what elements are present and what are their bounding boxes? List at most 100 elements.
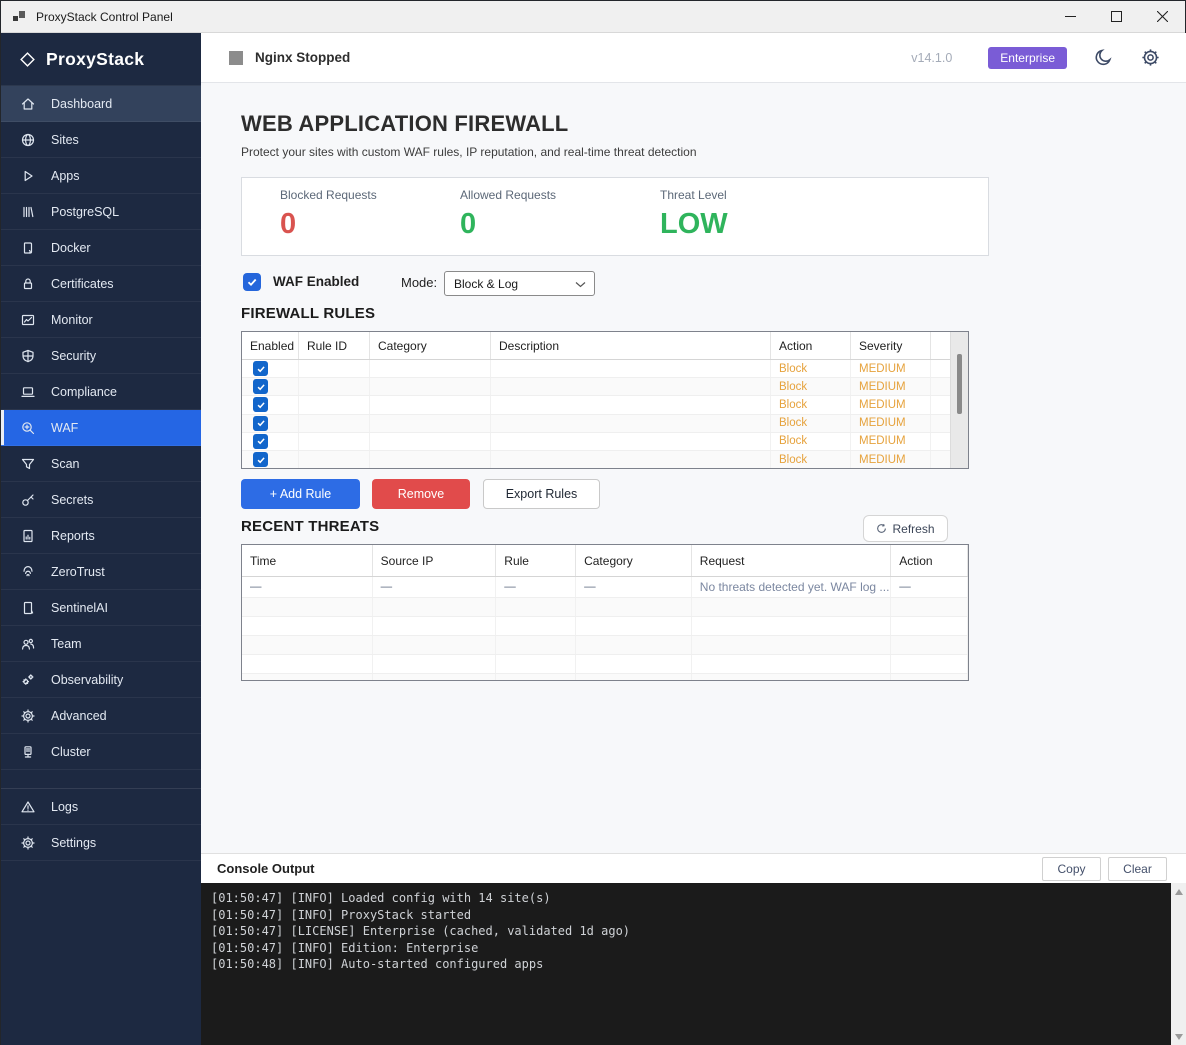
refresh-button[interactable]: Refresh [863,515,948,542]
rules-table-scrollbar[interactable] [950,332,968,468]
sidebar-item-team[interactable]: Team [1,626,201,662]
sidebar-item-compliance[interactable]: Compliance [1,374,201,410]
rule-row[interactable]: BlockMEDIUM [242,378,968,396]
sidebar-item-label: Reports [51,529,95,543]
empty-cell [891,674,968,681]
sidebar-item-label: Settings [51,836,96,850]
main-area: WEB APPLICATION FIREWALL Protect your si… [201,83,1186,853]
console-line: [01:50:47] [INFO] Loaded config with 14 … [211,890,1171,907]
sidebar-item-certificates[interactable]: Certificates [1,266,201,302]
rules-scrollbar-thumb[interactable] [957,354,962,414]
funnel-icon [19,455,36,472]
sidebar-item-settings[interactable]: Settings [1,825,201,861]
empty-cell [496,617,576,635]
sidebar-divider [1,770,201,789]
rule-enabled-checkbox[interactable] [253,379,268,394]
export-rules-button[interactable]: Export Rules [483,479,600,509]
copy-button[interactable]: Copy [1042,857,1101,881]
rule-enabled-checkbox[interactable] [253,361,268,376]
sidebar-item-observability[interactable]: Observability [1,662,201,698]
play-icon [19,167,36,184]
empty-cell [576,655,692,673]
empty-cell [891,636,968,654]
column-header-time[interactable]: Time [242,545,373,576]
rule-enabled-cell [242,451,299,468]
sidebar-item-postgresql[interactable]: PostgreSQL [1,194,201,230]
sidebar-item-cluster[interactable]: Cluster [1,734,201,770]
column-header-enabled[interactable]: Enabled [242,332,299,359]
remove-button[interactable]: Remove [372,479,470,509]
sidebar-item-docker[interactable]: Docker [1,230,201,266]
sidebar-item-scan[interactable]: Scan [1,446,201,482]
console-output: [01:50:47] [INFO] Loaded config with 14 … [201,883,1171,1045]
rule-enabled-checkbox[interactable] [253,397,268,412]
threat-row[interactable]: ————No threats detected yet. WAF log ...… [242,577,968,598]
stat-value: 0 [460,208,660,241]
rule-cell: Block [771,451,851,468]
sidebar-item-apps[interactable]: Apps [1,158,201,194]
column-header-source-ip[interactable]: Source IP [373,545,497,576]
rule-cell [491,415,771,432]
sidebar-item-reports[interactable]: Reports [1,518,201,554]
column-header-category[interactable]: Category [370,332,491,359]
column-header-description[interactable]: Description [491,332,771,359]
rule-cell [299,360,370,377]
sidebar-item-waf[interactable]: WAF [1,410,201,446]
waf-enabled-checkbox[interactable] [243,273,261,291]
minimize-button[interactable] [1047,1,1093,32]
sidebar-item-sites[interactable]: Sites [1,122,201,158]
sidebar-item-security[interactable]: Security [1,338,201,374]
settings-gear-icon[interactable] [1140,47,1161,68]
key-icon [19,491,36,508]
column-header-severity[interactable]: Severity [851,332,931,359]
maximize-button[interactable] [1093,1,1139,32]
rule-row[interactable]: BlockMEDIUM [242,433,968,451]
rule-row[interactable]: BlockMEDIUM [242,451,968,469]
column-header-category[interactable]: Category [576,545,692,576]
sidebar-item-monitor[interactable]: Monitor [1,302,201,338]
empty-cell [692,598,891,616]
sidebar-item-logs[interactable]: Logs [1,789,201,825]
column-header-request[interactable]: Request [692,545,891,576]
rule-cell: MEDIUM [851,396,931,413]
mode-select[interactable]: Block & Log [444,271,595,296]
empty-cell [692,617,891,635]
sidebar-item-secrets[interactable]: Secrets [1,482,201,518]
rule-enabled-checkbox[interactable] [253,416,268,431]
sidebar-item-label: Apps [51,169,80,183]
column-header-rule[interactable]: Rule [496,545,576,576]
sidebar-item-advanced[interactable]: Advanced [1,698,201,734]
sidebar-item-dashboard[interactable]: Dashboard [1,86,201,122]
column-header-action[interactable]: Action [891,545,968,576]
sidebar-item-label: Secrets [51,493,93,507]
empty-cell [576,636,692,654]
nginx-status-text: Nginx Stopped [255,50,350,65]
scroll-up-icon[interactable] [1175,889,1183,895]
rule-cell: Block [771,433,851,450]
rule-row[interactable]: BlockMEDIUM [242,396,968,414]
rule-row[interactable]: BlockMEDIUM [242,360,968,378]
add-rule-button[interactable]: + Add Rule [241,479,360,509]
empty-cell [891,617,968,635]
sidebar-item-zerotrust[interactable]: ZeroTrust [1,554,201,590]
rule-cell: Block [771,378,851,395]
rule-enabled-checkbox[interactable] [253,452,268,467]
console-scrollbar[interactable] [1171,883,1186,1045]
clear-button[interactable]: Clear [1108,857,1167,881]
rule-enabled-checkbox[interactable] [253,434,268,449]
window-title: ProxyStack Control Panel [36,10,173,24]
empty-cell [373,655,497,673]
rule-row[interactable]: BlockMEDIUM [242,415,968,433]
sidebar-item-label: Team [51,637,82,651]
theme-moon-icon[interactable] [1093,47,1114,68]
close-button[interactable] [1139,1,1185,32]
column-header-action[interactable]: Action [771,332,851,359]
scroll-down-icon[interactable] [1175,1034,1183,1040]
recent-threats-table: TimeSource IPRuleCategoryRequestAction —… [241,544,969,681]
column-header-rule-id[interactable]: Rule ID [299,332,370,359]
empty-cell [496,674,576,681]
sidebar-item-sentinelai[interactable]: SentinelAI [1,590,201,626]
threat-row-empty [242,636,968,655]
rule-cell: MEDIUM [851,378,931,395]
sidebar-item-label: Observability [51,673,123,687]
